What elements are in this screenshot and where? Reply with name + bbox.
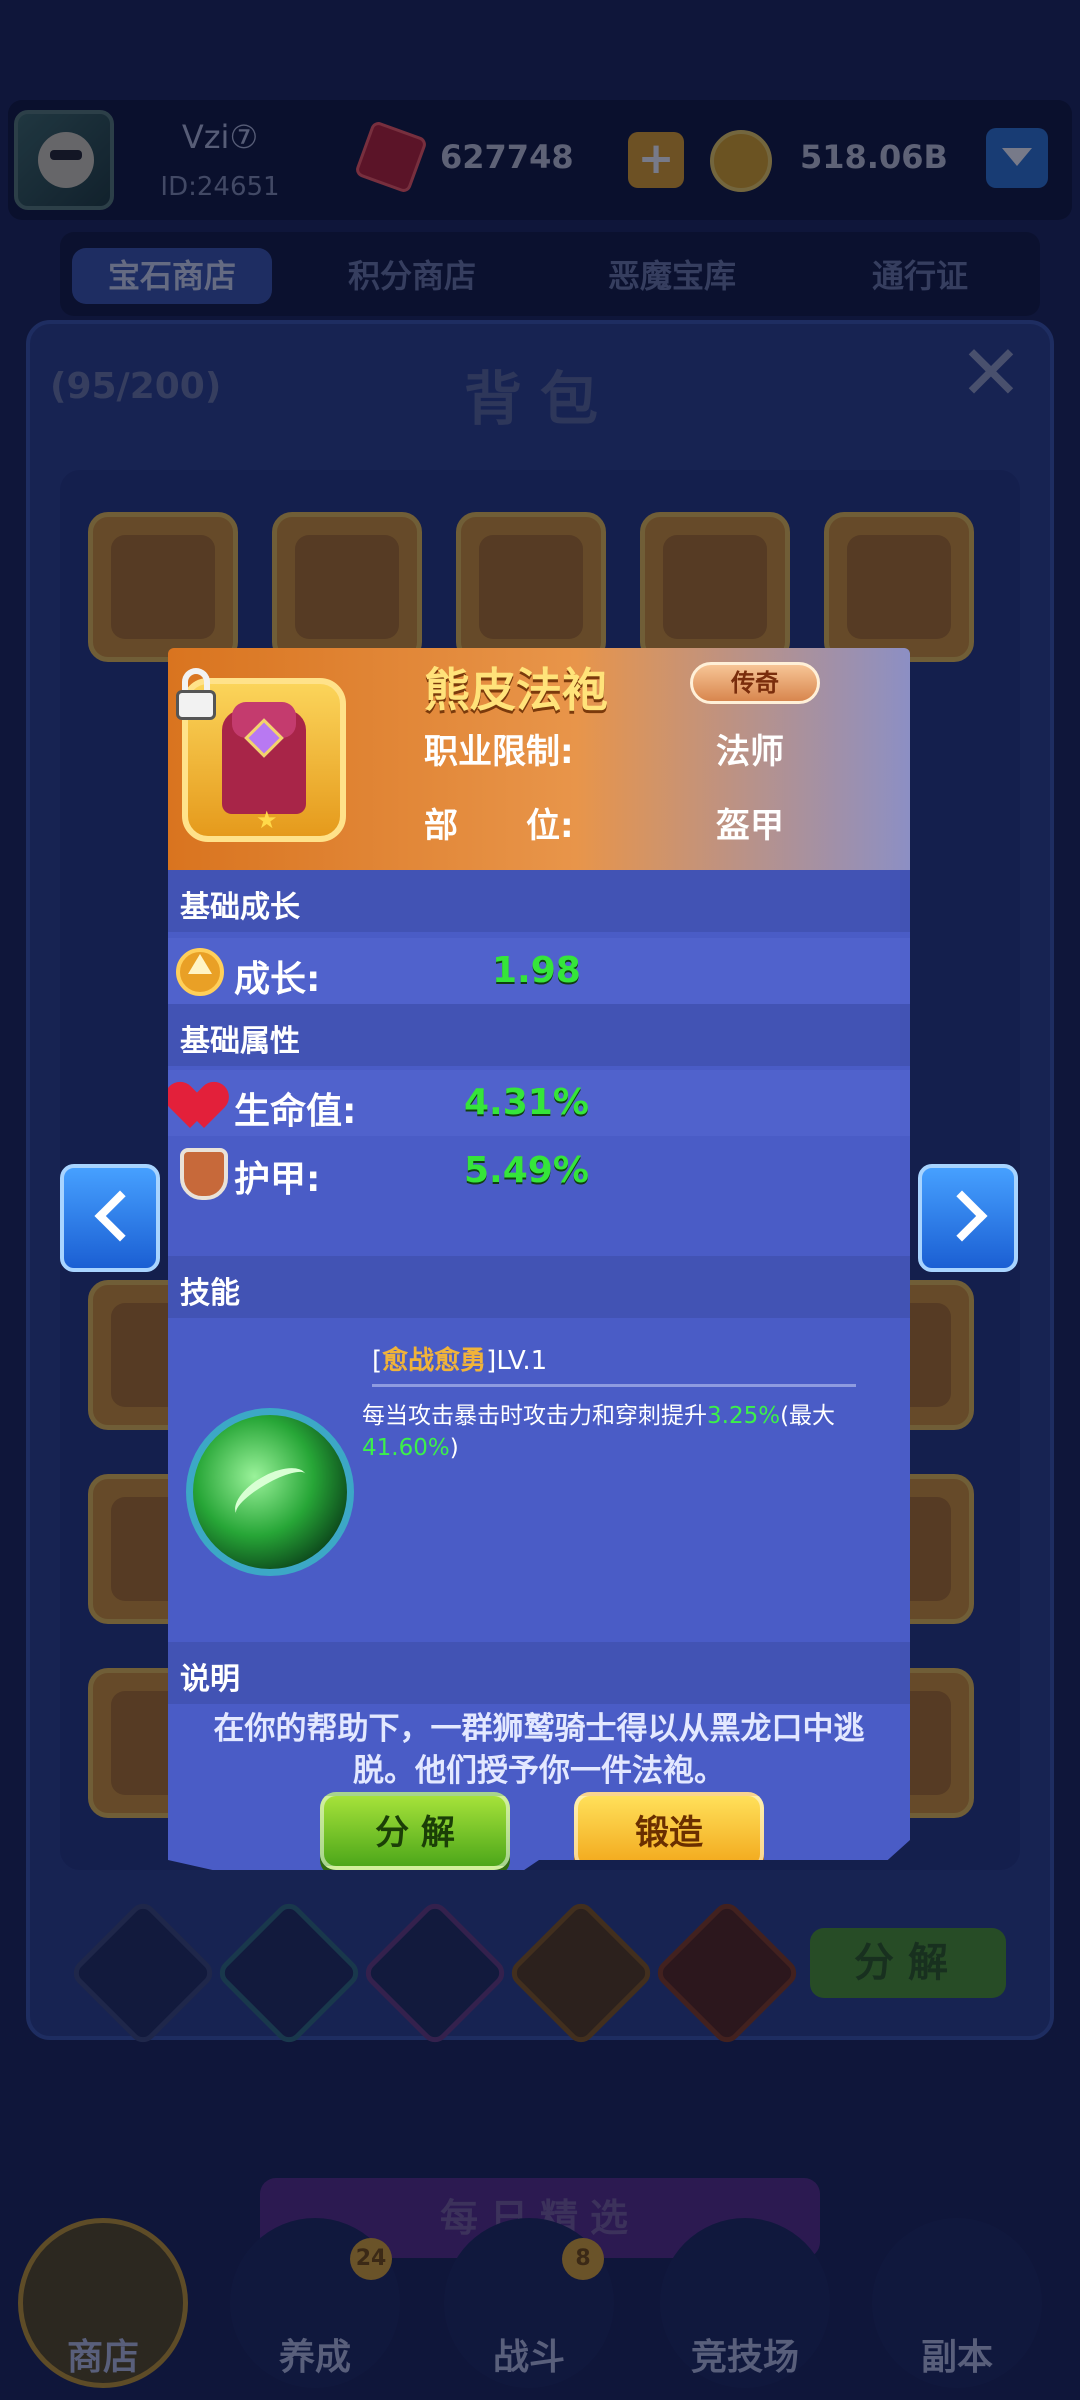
armor-value: 5.49% xyxy=(464,1150,589,1191)
gem-count: 627748 xyxy=(440,138,574,176)
skill-desc-suffix: ) xyxy=(449,1435,459,1461)
skills-section-title: 技能 xyxy=(180,1276,240,1311)
growth-value: 1.98 xyxy=(492,950,581,991)
expand-menu-button[interactable] xyxy=(986,128,1048,188)
bag-capacity: (95/200) xyxy=(50,366,222,407)
gold-coin-icon xyxy=(710,130,772,192)
chevron-right-icon xyxy=(936,1190,988,1242)
previous-item-button[interactable] xyxy=(60,1164,160,1272)
description-section-title: 说明 xyxy=(180,1662,240,1697)
class-restriction-label: 职业限制: xyxy=(424,732,574,772)
player-name: Vzi⑦ xyxy=(181,118,259,156)
nav-cultivate-label: 养成 xyxy=(278,2337,351,2378)
next-item-button[interactable] xyxy=(918,1164,1018,1272)
skill-desc-mid: (最大 xyxy=(780,1403,836,1429)
skill-divider xyxy=(372,1384,856,1387)
skill-description: 每当攻击暴击时攻击力和穿刺提升3.25%(最大 41.60%) xyxy=(362,1400,882,1464)
growth-section-title: 基础成长 xyxy=(180,890,300,925)
inventory-slot[interactable] xyxy=(640,512,790,662)
hp-label: 生命值: xyxy=(234,1091,357,1132)
skill-level: LV.1 xyxy=(496,1346,548,1376)
shield-icon xyxy=(180,1148,228,1200)
add-gems-button[interactable]: + xyxy=(628,132,684,188)
heart-icon xyxy=(178,1078,234,1134)
skill-title: [愈战愈勇]LV.1 xyxy=(372,1346,548,1376)
skills-section-header xyxy=(168,1256,910,1318)
nav-battle-badge: 8 xyxy=(562,2238,604,2280)
tab-demon-vault[interactable]: 恶魔宝库 xyxy=(572,248,772,304)
skill-name: 愈战愈勇 xyxy=(382,1346,487,1376)
nav-battle-label: 战斗 xyxy=(492,2337,565,2378)
coin-count: 518.06B xyxy=(800,138,948,176)
tab-gem-shop[interactable]: 宝石商店 xyxy=(72,248,272,304)
growth-label: 成长: xyxy=(234,959,321,1000)
nav-arena-label: 竞技场 xyxy=(690,2337,799,2378)
equip-slot-label: 部 位: xyxy=(424,806,574,846)
nav-dungeon-label: 副本 xyxy=(920,2337,993,2378)
skill-panel: [愈战愈勇]LV.1 每当攻击暴击时攻击力和穿刺提升3.25%(最大 41.60%… xyxy=(168,1318,910,1638)
tab-battle-pass[interactable]: 通行证 xyxy=(820,248,1020,304)
close-icon[interactable]: ✕ xyxy=(956,335,1026,411)
backpack-title: 背包 xyxy=(463,365,616,433)
item-header: ★ 熊皮法袍 传奇 职业限制: 法师 部 位: 盔甲 xyxy=(168,648,910,870)
armor-label: 护甲: xyxy=(234,1159,321,1200)
growth-arrow-icon xyxy=(172,944,228,1000)
skull-icon xyxy=(38,132,94,188)
tab-points-shop[interactable]: 积分商店 xyxy=(312,248,512,304)
attributes-section-title: 基础属性 xyxy=(180,1024,300,1059)
description-section-header xyxy=(168,1642,910,1704)
skill-desc-max: 41.60% xyxy=(362,1435,450,1461)
nav-shop-label: 商店 xyxy=(66,2337,139,2378)
rarity-badge: 传奇 xyxy=(690,662,820,704)
skill-desc-value: 3.25% xyxy=(707,1403,781,1429)
chevron-left-icon xyxy=(94,1190,146,1242)
forge-button[interactable]: 锻造 xyxy=(574,1792,764,1870)
player-id: ID:24651 xyxy=(160,172,280,202)
item-lore-text: 在你的帮助下，一群狮鹫骑士得以从黑龙口中逃脱。他们授予你一件法袍。 xyxy=(213,1711,865,1789)
inventory-slot[interactable] xyxy=(272,512,422,662)
decompose-button[interactable]: 分 解 xyxy=(320,1792,510,1870)
hp-value: 4.31% xyxy=(464,1082,589,1123)
bulk-decompose-button[interactable]: 分解 xyxy=(810,1928,1006,1998)
item-name: 熊皮法袍 xyxy=(424,663,608,717)
item-detail-body: 基础成长 成长: 1.98 基础属性 生命值: 4.31% 护甲: 5.49% … xyxy=(168,870,910,1870)
item-detail-popup: ★ 熊皮法袍 传奇 职业限制: 法师 部 位: 盔甲 基础成长 成长: 1.98… xyxy=(168,648,910,1870)
equip-slot-value: 盔甲 xyxy=(716,806,784,846)
player-avatar[interactable] xyxy=(14,110,114,210)
nav-cultivate-badge: 24 xyxy=(350,2238,392,2280)
inventory-slot[interactable] xyxy=(824,512,974,662)
skill-desc-text: 每当攻击暴击时攻击力和穿刺提升 xyxy=(362,1403,707,1429)
class-restriction-value: 法师 xyxy=(716,732,784,772)
skill-slash-icon[interactable] xyxy=(186,1408,354,1576)
inventory-slot[interactable] xyxy=(88,512,238,662)
inventory-slot[interactable] xyxy=(456,512,606,662)
lock-icon[interactable] xyxy=(172,668,222,724)
